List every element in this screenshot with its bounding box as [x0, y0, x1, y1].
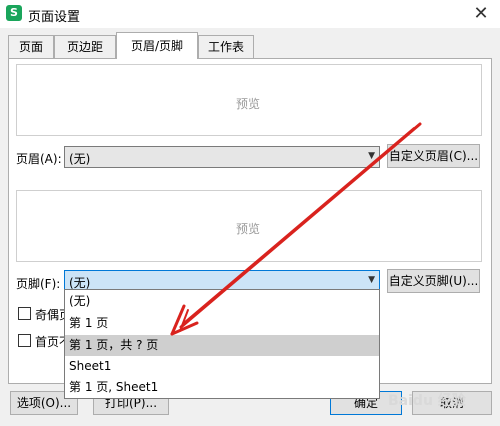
custom-header-button[interactable]: 自定义页眉(C)... [387, 144, 480, 168]
footer-preview: 预览 [16, 190, 482, 262]
odd-even-checkbox[interactable] [18, 307, 31, 320]
header-preview: 预览 [16, 64, 482, 136]
dropdown-option[interactable]: 第 1 页, Sheet1 [65, 377, 379, 398]
header-select[interactable]: (无) ▼ [64, 146, 380, 168]
tab-page[interactable]: 页面 [8, 35, 54, 58]
close-icon[interactable]: ✕ [468, 2, 494, 26]
dropdown-option-highlighted[interactable]: 第 1 页，共 ? 页 [65, 335, 379, 356]
tab-header-footer[interactable]: 页眉/页脚 [116, 32, 198, 59]
first-page-checkbox[interactable] [18, 334, 31, 347]
title-bar: S 页面设置 ✕ [0, 0, 500, 28]
dropdown-option[interactable]: (无) [65, 291, 379, 312]
watermark-logo: Baidu 经验 [388, 393, 466, 409]
chevron-down-icon: ▼ [368, 275, 375, 285]
footer-label: 页脚(F): [16, 277, 61, 291]
footer-dropdown-list: (无) 第 1 页 第 1 页，共 ? 页 Sheet1 第 1 页, Shee… [64, 289, 380, 399]
tab-sheet[interactable]: 工作表 [198, 35, 254, 58]
window-title: 页面设置 [28, 10, 81, 25]
header-select-value: (无) [69, 152, 91, 166]
custom-footer-button[interactable]: 自定义页脚(U)... [387, 269, 480, 293]
footer-preview-label: 预览 [236, 222, 261, 236]
dropdown-option[interactable]: Sheet1 [65, 356, 379, 377]
dropdown-option[interactable]: 第 1 页 [65, 313, 379, 334]
header-preview-label: 预览 [236, 97, 261, 111]
app-logo-icon: S [6, 5, 22, 21]
chevron-down-icon: ▼ [368, 151, 375, 161]
tab-margins[interactable]: 页边距 [54, 35, 116, 58]
header-label: 页眉(A): [16, 152, 62, 166]
